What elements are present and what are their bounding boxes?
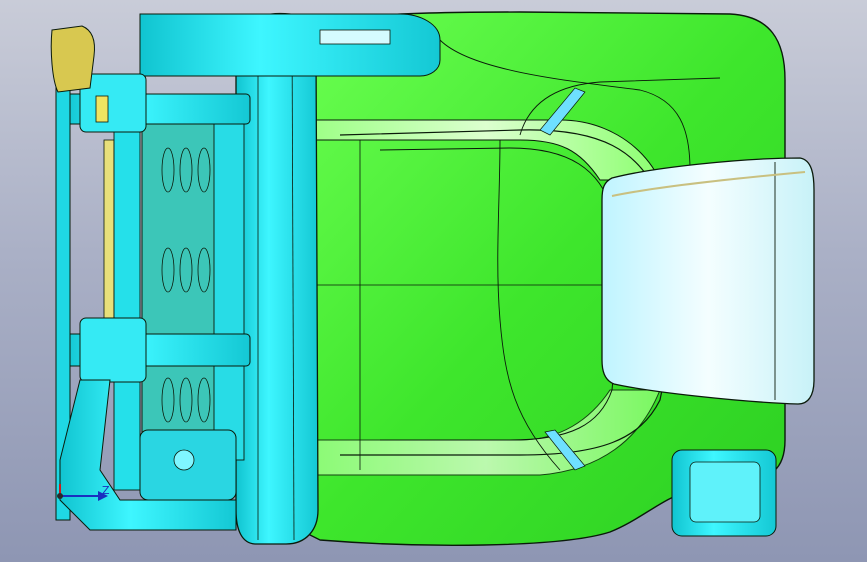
lower-hinge-block[interactable] (79, 317, 147, 383)
seat-assembly-model[interactable] (0, 0, 867, 562)
left-rail-yellow (103, 139, 115, 341)
top-slot (319, 29, 391, 45)
cad-3d-viewport[interactable]: Z (0, 0, 867, 562)
top-cross-member[interactable] (139, 13, 441, 77)
pivot-bolt (173, 449, 195, 471)
upper-hinge-yellow (95, 95, 109, 123)
spring-mesh-frame (213, 109, 245, 461)
seat-frame-rail[interactable] (235, 12, 319, 545)
rear-right-bracket-inner (689, 461, 761, 523)
front-panel[interactable] (601, 157, 815, 405)
triad-axis-label: Z (102, 484, 110, 497)
recliner-latch[interactable] (50, 25, 95, 93)
left-rail-inner[interactable] (113, 129, 141, 491)
